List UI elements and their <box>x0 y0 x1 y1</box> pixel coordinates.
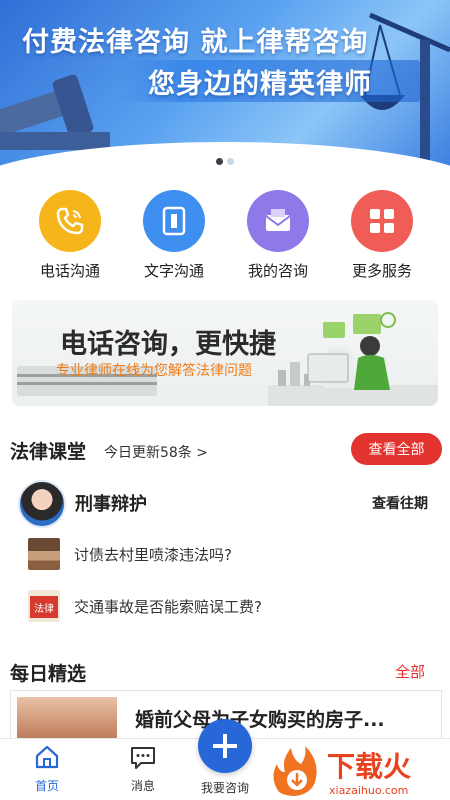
promo-subtitle: 专业律师在线为您解答法律问题 <box>56 363 252 379</box>
action-phone-label: 电话沟通 <box>39 262 100 280</box>
nav-consult[interactable]: 我要咨询 <box>190 777 260 796</box>
message-icon <box>131 747 155 769</box>
watermark-url: xiazaihuo.com <box>329 784 408 797</box>
banner-headline: 付费法律咨询 就上律帮咨询 <box>22 27 369 58</box>
nav-consult-label: 我要咨询 <box>200 781 249 795</box>
grid-icon <box>351 190 413 252</box>
promo-title: 电话咨询，更快捷 <box>60 329 276 360</box>
text-chat-icon <box>143 190 205 252</box>
law-book-text: 法律 <box>34 602 54 615</box>
consultant-illustration <box>268 312 438 406</box>
gavel-illustration <box>0 74 110 150</box>
question-text: 讨债去村里喷漆违法吗? <box>74 546 232 564</box>
nav-messages-label: 消息 <box>130 779 155 793</box>
plus-icon <box>213 734 237 758</box>
view-all-button[interactable]: 查看全部 <box>351 433 442 465</box>
question-thumbnail: 法律 <box>28 590 60 622</box>
lawyer-avatar[interactable] <box>18 480 66 528</box>
topic-title[interactable]: 刑事辩护 <box>75 490 147 516</box>
question-thumbnail <box>28 538 60 570</box>
daily-title: 每日精选 <box>10 663 87 685</box>
quick-actions: 电话沟通 文字沟通 我的咨询 更多服务 <box>0 190 450 280</box>
article-title: 婚前父母为子女购买的房子... <box>135 709 385 731</box>
action-text-label: 文字沟通 <box>143 262 204 280</box>
nav-home-label: 首页 <box>34 779 59 793</box>
hero-banner[interactable]: 付费法律咨询 就上律帮咨询 您身边的精英律师 <box>0 0 450 172</box>
action-more-services[interactable]: 更多服务 <box>337 190 427 281</box>
action-phone-consult[interactable]: 电话沟通 <box>25 190 115 281</box>
question-item[interactable]: 法律 交通事故是否能索赔误工费? <box>28 590 428 622</box>
action-my-label: 我的咨询 <box>247 262 308 280</box>
carousel-dot-1[interactable] <box>216 158 223 165</box>
nav-messages[interactable]: 消息 <box>108 743 178 794</box>
question-text: 交通事故是否能索赔误工费? <box>74 598 262 616</box>
envelope-icon <box>247 190 309 252</box>
watermark-text: 下载火 <box>327 750 411 783</box>
phone-icon <box>39 190 101 252</box>
banner-tagline: 您身边的精英律师 <box>148 69 372 100</box>
action-more-label: 更多服务 <box>351 262 412 280</box>
action-text-consult[interactable]: 文字沟通 <box>129 190 219 281</box>
consult-fab-button[interactable] <box>198 719 252 773</box>
question-item[interactable]: 讨债去村里喷漆违法吗? <box>28 538 428 570</box>
classroom-update-link[interactable]: 今日更新58条 > <box>104 442 208 462</box>
action-my-consult[interactable]: 我的咨询 <box>233 190 323 281</box>
view-history-link[interactable]: 查看往期 <box>372 493 428 513</box>
site-watermark-logo: 下载火 xiazaihuo.com <box>273 746 411 797</box>
nav-home[interactable]: 首页 <box>12 743 82 794</box>
phone-consult-promo[interactable]: 电话咨询，更快捷 专业律师在线为您解答法律问题 <box>12 300 438 406</box>
home-icon <box>35 745 59 769</box>
classroom-title: 法律课堂 <box>10 441 87 463</box>
carousel-dot-2[interactable] <box>227 158 234 165</box>
daily-all-link[interactable]: 全部 <box>395 661 425 682</box>
carousel-indicator <box>0 150 450 169</box>
